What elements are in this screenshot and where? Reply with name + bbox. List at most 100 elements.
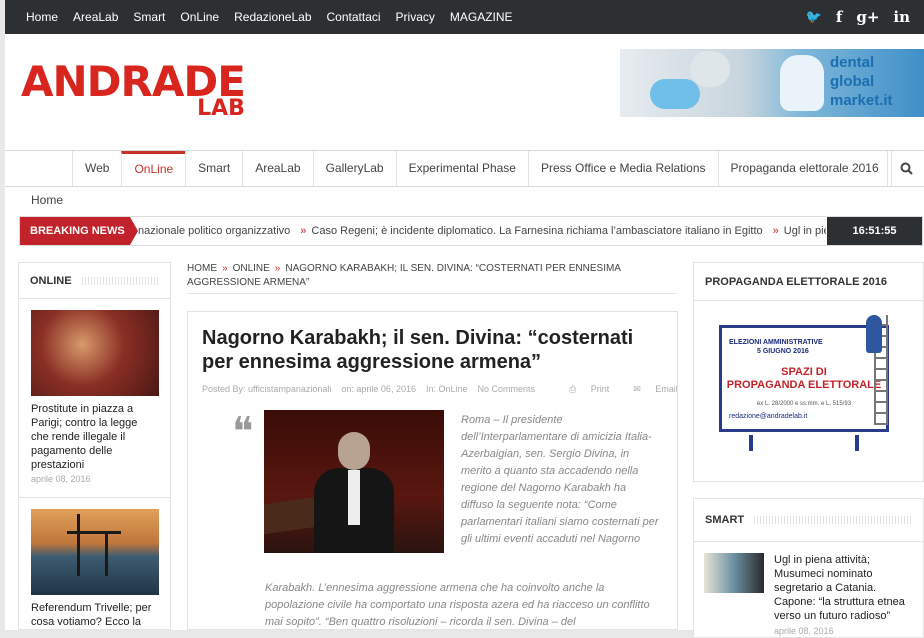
nav-item-press-office[interactable]: Press Office e Media Relations xyxy=(527,151,718,186)
photo-shirt xyxy=(348,470,360,525)
print-icon: ⎙ xyxy=(569,384,579,394)
ticker-items: nazionale politico organizzativo » Caso Re… xyxy=(138,217,826,245)
post-title[interactable]: Referendum Trivelle; per cosa votiamo? E… xyxy=(31,601,158,629)
widget-title-text: SMART xyxy=(705,514,745,526)
ticker-item[interactable]: Caso Regeni; è incidente diplomatico. La… xyxy=(311,225,762,237)
meta-category[interactable]: In: OnLine xyxy=(426,384,468,395)
nav-item-online[interactable]: OnLine xyxy=(121,151,186,186)
billboard-text: 5 GIUGNO 2016 xyxy=(757,348,809,355)
top-menu-contattaci[interactable]: Contattaci xyxy=(327,10,381,24)
breaking-news-label: BREAKING NEWS xyxy=(20,217,138,245)
billboard-image[interactable]: ELEZIONI AMMINISTRATIVE 5 GIUGNO 2016 SPA… xyxy=(719,325,889,432)
online-widget: ONLINE Prostitute in piazza a Parigi; co… xyxy=(18,262,171,630)
top-menu-redazionelab[interactable]: RedazioneLab xyxy=(234,10,311,24)
top-bar: Home AreaLab Smart OnLine RedazioneLab C… xyxy=(5,0,924,34)
social-links: 🐦 f g+ in xyxy=(806,0,924,34)
breadcrumb-home[interactable]: Home xyxy=(31,193,63,207)
meta-comments[interactable]: No Comments xyxy=(478,384,536,395)
nav-item-propaganda[interactable]: Propaganda elettorale 2016 xyxy=(717,151,892,186)
nav-item-arealab[interactable]: AreaLab xyxy=(242,151,312,186)
top-menu-home[interactable]: Home xyxy=(26,10,58,24)
site-header: ANDRADE LAB dental global market.it xyxy=(5,34,924,150)
top-menu-smart[interactable]: Smart xyxy=(133,10,165,24)
top-menu-magazine[interactable]: MAGAZINE xyxy=(450,10,513,24)
widget-title-text: PROPAGANDA ELETTORALE 2016 xyxy=(705,275,887,288)
linkedin-icon[interactable]: in xyxy=(893,8,910,26)
widget-title-rule xyxy=(754,516,912,524)
nav-item-smart[interactable]: Smart xyxy=(185,151,242,186)
nav-item-gallerylab[interactable]: GalleryLab xyxy=(312,151,396,186)
top-menu-arealab[interactable]: AreaLab xyxy=(73,10,118,24)
widget-title: ONLINE xyxy=(19,263,170,299)
email-button[interactable]: ✉ Email xyxy=(621,384,678,395)
post-date: aprile 08, 2016 xyxy=(774,626,834,636)
email-icon: ✉ xyxy=(633,384,644,394)
meta-author[interactable]: Posted By: ufficistampanazionali xyxy=(202,384,331,395)
billboard-law: ex L. 28/2000 e ss.mm. e L. 515/93 xyxy=(756,401,852,407)
quote-icon: ❝ xyxy=(232,409,254,455)
facebook-icon[interactable]: f xyxy=(836,8,842,26)
search-icon xyxy=(900,162,913,175)
ticker-item[interactable]: Ugl in piena a xyxy=(784,225,826,237)
search-button[interactable] xyxy=(887,151,924,186)
post-thumbnail[interactable] xyxy=(31,310,159,396)
ticker-clock: 16:51:55 xyxy=(827,217,922,245)
main-nav: Web OnLine Smart AreaLab GalleryLab Expe… xyxy=(5,150,924,187)
twitter-icon[interactable]: 🐦 xyxy=(806,10,822,25)
ticker-item[interactable]: nazionale politico organizzativo xyxy=(138,225,290,237)
crumb-online[interactable]: ONLINE xyxy=(233,263,270,274)
ticker-arrow-icon: » xyxy=(772,225,779,237)
crumb-separator-icon: » xyxy=(274,263,281,274)
photo-senator xyxy=(314,430,394,553)
billboard-line: ELEZIONI AMMINISTRATIVE 5 GIUGNO 2016 xyxy=(729,338,886,356)
post-title[interactable]: Ugl in piena attività; Musumeci nominato… xyxy=(774,553,913,623)
email-label: Email xyxy=(655,384,678,394)
widget-title-rule xyxy=(81,276,159,285)
home-breadcrumb-bar: Home xyxy=(5,188,924,212)
top-menu-privacy[interactable]: Privacy xyxy=(396,10,435,24)
banner-line: market.it xyxy=(830,92,893,109)
list-item[interactable]: Referendum Trivelle; per cosa votiamo? E… xyxy=(19,498,170,629)
billboard-main: SPAZI DI PROPAGANDA ELETTORALE xyxy=(722,366,886,392)
painter-image xyxy=(866,315,882,353)
crumb-home[interactable]: HOME xyxy=(187,263,217,274)
list-item[interactable]: Prostitute in piazza a Parigi; contro la… xyxy=(19,299,170,484)
banner-line: dental xyxy=(830,54,875,71)
print-button[interactable]: ⎙ Print xyxy=(557,384,609,395)
post-title[interactable]: Prostitute in piazza a Parigi; contro la… xyxy=(31,402,158,472)
crumb-separator-icon: » xyxy=(222,263,228,274)
smart-widget: SMART Ugl in piena attività; Musumeci no… xyxy=(693,498,924,638)
banner-line: global xyxy=(830,73,875,90)
right-sidebar: PROPAGANDA ELETTORALE 2016 ELEZIONI AMMI… xyxy=(693,262,924,638)
banner-glove-image xyxy=(650,79,700,109)
billboard-text: SPAZI DI xyxy=(781,366,827,378)
banner-dentist-image xyxy=(690,51,730,87)
print-label: Print xyxy=(590,384,610,394)
logo-sub-text: LAB xyxy=(197,96,245,121)
article-photo xyxy=(264,410,444,553)
page: ANDRADE LAB dental global market.it Web … xyxy=(5,34,924,638)
widget-title: PROPAGANDA ELETTORALE 2016 xyxy=(694,263,923,301)
top-menu-online[interactable]: OnLine xyxy=(180,10,219,24)
nav-item-experimental-phase[interactable]: Experimental Phase xyxy=(395,151,528,186)
post-thumbnail[interactable] xyxy=(31,509,159,595)
ad-banner[interactable]: dental global market.it xyxy=(620,49,924,117)
top-menu: Home AreaLab Smart OnLine RedazioneLab C… xyxy=(26,10,528,24)
billboard-legs xyxy=(749,435,859,451)
nav-item-web[interactable]: Web xyxy=(72,151,121,186)
ticker-arrow-icon: » xyxy=(300,225,307,237)
article: Nagorno Karabakh; il sen. Divina: “coste… xyxy=(187,311,678,630)
widget-title: SMART xyxy=(694,499,923,542)
list-item[interactable]: Ugl in piena attività; Musumeci nominato… xyxy=(694,542,923,623)
post-date: aprile 08, 2016 xyxy=(31,474,91,484)
site-logo[interactable]: ANDRADE LAB xyxy=(21,61,246,120)
billboard-text: ELEZIONI AMMINISTRATIVE xyxy=(729,339,823,346)
breaking-news-ticker: BREAKING NEWS nazionale politico organiz… xyxy=(19,216,923,246)
oil-rig-image xyxy=(67,514,121,576)
googleplus-icon[interactable]: g+ xyxy=(856,8,879,26)
tooth-icon xyxy=(780,55,824,111)
article-breadcrumb: HOME» ONLINE» NAGORNO KARABAKH; IL SEN. DI… xyxy=(187,262,677,294)
meta-date: on: aprile 06, 2016 xyxy=(341,384,416,394)
propaganda-widget: PROPAGANDA ELETTORALE 2016 ELEZIONI AMMI… xyxy=(693,262,924,482)
post-thumbnail[interactable] xyxy=(704,553,764,593)
